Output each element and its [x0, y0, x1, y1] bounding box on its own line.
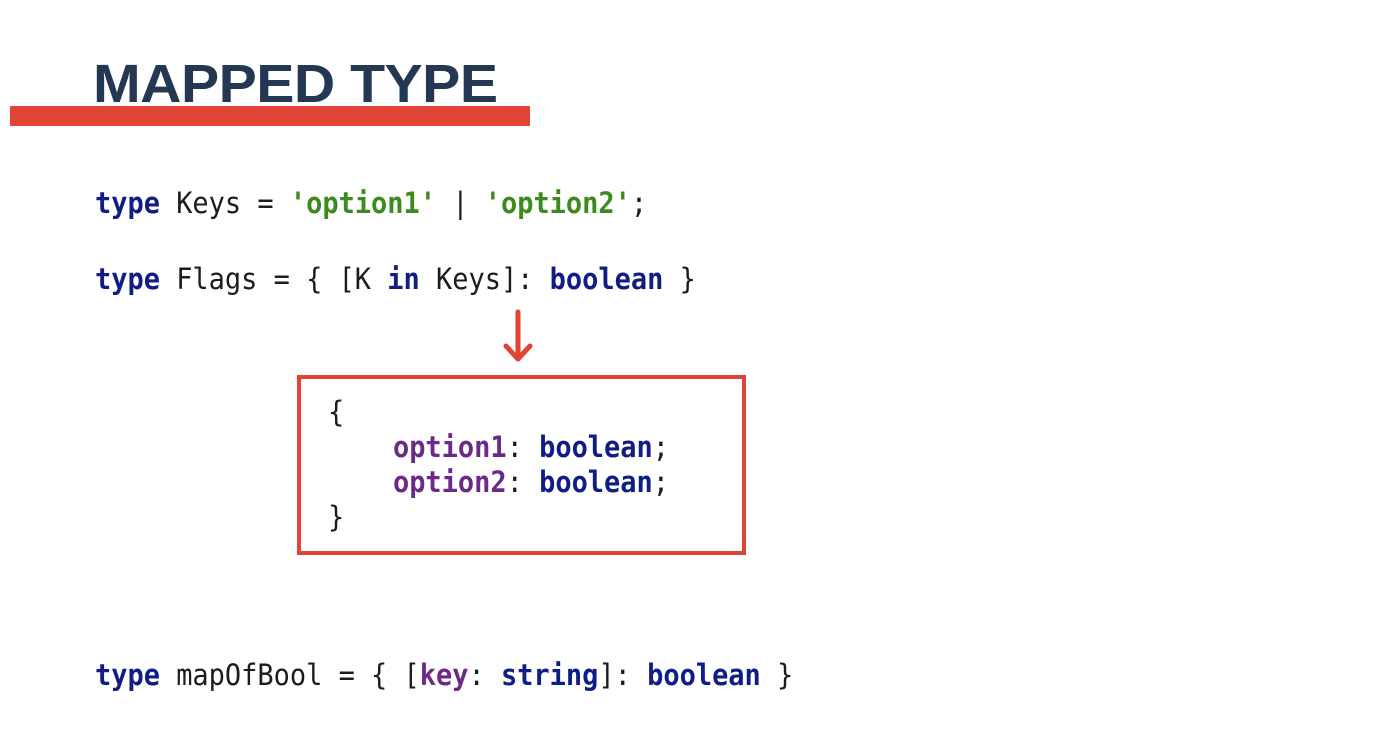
title-underline: [10, 106, 530, 126]
keyword-boolean: boolean: [539, 430, 653, 464]
slide-title: MAPPED TYPE: [93, 54, 498, 114]
code-text: }: [663, 262, 696, 296]
code-text: :: [468, 658, 501, 692]
keyword-type: type: [95, 262, 160, 296]
keyword-boolean: boolean: [539, 465, 653, 499]
property-option1: option1: [392, 430, 507, 464]
brace-open: {: [328, 395, 345, 429]
code-text: Flags = { [K: [159, 262, 388, 296]
code-text: ;: [630, 186, 648, 220]
code-text: Keys =: [159, 186, 290, 220]
code-text: }: [760, 658, 794, 692]
keyword-type: type: [95, 658, 160, 692]
string-literal-option2: 'option2': [484, 186, 631, 220]
code-text: ]:: [598, 658, 648, 692]
code-text: |: [436, 186, 485, 220]
property-key: key: [419, 658, 469, 692]
keyword-in: in: [387, 262, 420, 296]
keyword-type: type: [95, 186, 160, 220]
code-line-keys: type Keys = 'option1' | 'option2';: [95, 186, 647, 221]
code-line-mapofbool: type mapOfBool = { [key: string]: boolea…: [95, 658, 793, 693]
arrow-down-icon: [503, 309, 533, 362]
resulting-type-code: { option1: boolean; option2: boolean; }: [328, 395, 669, 535]
code-text: ;: [652, 430, 670, 464]
keyword-string: string: [500, 658, 599, 692]
brace-close: }: [328, 500, 345, 534]
keyword-boolean: boolean: [549, 262, 664, 296]
property-option2: option2: [392, 465, 507, 499]
code-text: Keys]:: [419, 262, 550, 296]
code-text: :: [506, 430, 540, 464]
code-text: ;: [652, 465, 670, 499]
code-text: :: [506, 465, 540, 499]
keyword-boolean: boolean: [647, 658, 761, 692]
string-literal-option1: 'option1': [289, 186, 437, 220]
code-line-flags: type Flags = { [K in Keys]: boolean }: [95, 262, 696, 297]
code-text: mapOfBool = { [: [159, 658, 420, 692]
